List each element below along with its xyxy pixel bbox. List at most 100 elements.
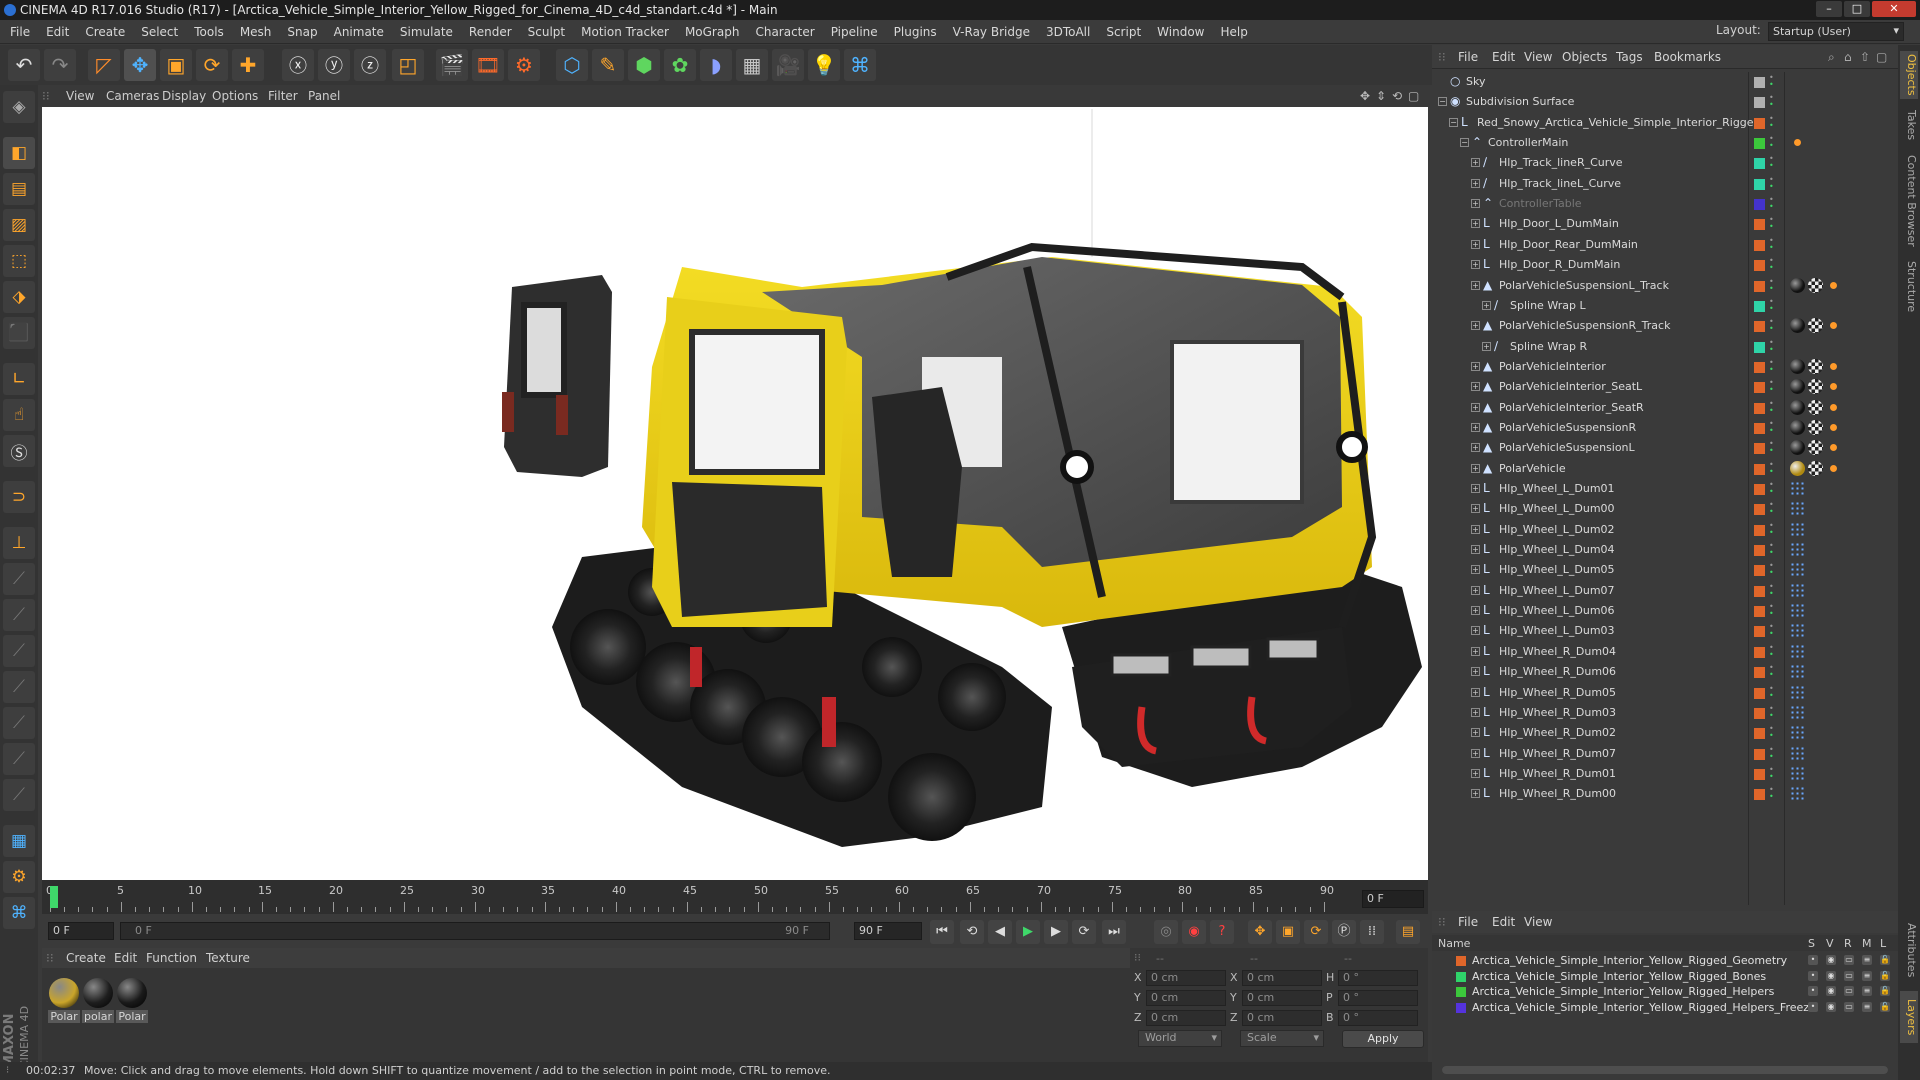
expand-toggle[interactable]: + — [1471, 626, 1480, 635]
menu-select[interactable]: Select — [133, 20, 186, 44]
layer-color-swatch[interactable] — [1754, 443, 1765, 454]
snap-icon[interactable]: Ⓢ — [3, 435, 35, 467]
z-axis-icon[interactable]: ⓩ — [354, 49, 386, 81]
vertex-map-tag-icon[interactable] — [1826, 400, 1841, 415]
viewport-menu-cameras[interactable]: Cameras — [106, 89, 159, 103]
layer-row[interactable]: Arctica_Vehicle_Simple_Interior_Yellow_R… — [1432, 1000, 1898, 1015]
uvw-tag-icon[interactable] — [1808, 420, 1823, 435]
vertex-map-tag-icon[interactable] — [1826, 461, 1841, 476]
uvw-tag-icon[interactable] — [1808, 461, 1823, 476]
tab-content-browser[interactable]: Content Browser — [1900, 151, 1918, 251]
object-row[interactable]: + L Hlp_Door_L_DumMain • • — [1432, 214, 1898, 234]
goto-start-icon[interactable]: ⏮ — [930, 920, 954, 944]
expand-toggle[interactable]: + — [1471, 606, 1480, 615]
render-toggle-icon[interactable]: ▭ — [1844, 955, 1854, 965]
object-row[interactable]: + ▲ PolarVehicleInterior_SeatL • • — [1432, 377, 1898, 397]
search-icon[interactable]: ⌕ — [1828, 50, 1835, 65]
visibility-dots[interactable]: • • — [1769, 94, 1779, 109]
menu-render[interactable]: Render — [461, 20, 520, 44]
object-row[interactable]: + L Hlp_Wheel_R_Dum01 • • — [1432, 764, 1898, 784]
expand-toggle[interactable]: + — [1482, 342, 1491, 351]
manager-toggle-icon[interactable]: ≡ — [1862, 986, 1872, 996]
lock-icon[interactable]: 🔓 — [1880, 970, 1890, 981]
x-axis-icon[interactable]: ⓧ — [282, 49, 314, 81]
play-icon[interactable]: ▶ — [1016, 920, 1040, 944]
visibility-dots[interactable]: • • — [1769, 359, 1779, 374]
expand-toggle[interactable]: + — [1471, 179, 1480, 188]
expand-toggle[interactable]: − — [1449, 118, 1458, 127]
layer-scrollbar[interactable] — [1442, 1066, 1888, 1074]
object-row[interactable]: + L Hlp_Wheel_R_Dum03 • • — [1432, 703, 1898, 723]
object-row[interactable]: + ▲ PolarVehicleInterior • • — [1432, 357, 1898, 377]
expand-toggle[interactable]: + — [1471, 281, 1480, 290]
object-name[interactable]: PolarVehicleSuspensionR — [1499, 421, 1636, 434]
layer-color-swatch[interactable] — [1754, 464, 1765, 475]
ik-tool-icon[interactable]: ⟋ — [3, 563, 35, 595]
layer-color-swatch[interactable] — [1754, 382, 1765, 393]
visibility-dots[interactable]: • • — [1769, 339, 1779, 354]
points-mode-icon[interactable]: ⬚ — [3, 245, 35, 277]
object-name[interactable]: Hlp_Wheel_R_Dum00 — [1499, 787, 1616, 800]
timeline-ruler[interactable]: 051015202530354045505560657075808590 0 F — [42, 880, 1428, 914]
python-script-icon[interactable]: ⌘ — [3, 897, 35, 929]
key-scale-icon[interactable]: ▣ — [1276, 920, 1300, 944]
om-menu-view[interactable]: View — [1524, 50, 1552, 64]
visibility-dots[interactable]: • • — [1769, 440, 1779, 455]
gear-wrench-icon[interactable]: ⚙ — [3, 861, 35, 893]
object-row[interactable]: + ▲ PolarVehicle • • — [1432, 459, 1898, 479]
minimize-button[interactable]: – — [1816, 1, 1842, 17]
viewport-menu-display[interactable]: Display — [162, 89, 206, 103]
view-toggle-icon[interactable]: ◉ — [1826, 986, 1836, 996]
render-toggle-icon[interactable]: ▭ — [1844, 986, 1854, 996]
expand-toggle[interactable]: + — [1471, 260, 1480, 269]
end-frame-field[interactable]: 90 F — [854, 922, 922, 940]
object-row[interactable]: + ∕ Hlp_Track_lineR_Curve • • — [1432, 153, 1898, 173]
expand-toggle[interactable]: + — [1471, 240, 1480, 249]
om-menu-file[interactable]: File — [1458, 50, 1478, 64]
coord-value-field[interactable]: 0 cm — [1146, 990, 1226, 1006]
object-row[interactable]: + L Hlp_Wheel_R_Dum06 • • — [1432, 662, 1898, 682]
solo-toggle-icon[interactable]: • — [1808, 986, 1818, 996]
object-name[interactable]: Red_Snowy_Arctica_Vehicle_Simple_Interio… — [1477, 116, 1761, 129]
visibility-dots[interactable]: • • — [1769, 644, 1779, 659]
material-menu-function[interactable]: Function — [146, 951, 197, 965]
coord-mode-select[interactable]: World ▾ — [1138, 1030, 1222, 1047]
om-menu-objects[interactable]: Objects — [1562, 50, 1607, 64]
uvw-tag-icon[interactable] — [1808, 318, 1823, 333]
object-name[interactable]: Hlp_Track_lineR_Curve — [1499, 156, 1623, 169]
layer-color-swatch[interactable] — [1754, 565, 1765, 576]
constraint-tag-icon[interactable] — [1790, 786, 1804, 801]
move-tool-icon[interactable]: ✥ — [124, 49, 156, 81]
layer-row[interactable]: Arctica_Vehicle_Simple_Interior_Yellow_R… — [1432, 984, 1898, 999]
object-row[interactable]: + L Hlp_Door_R_DumMain • • — [1432, 255, 1898, 275]
object-row[interactable]: − ◉ Subdivision Surface • • — [1432, 92, 1898, 112]
expand-toggle[interactable]: + — [1471, 647, 1480, 656]
expand-toggle[interactable]: + — [1471, 667, 1480, 676]
uvw-tag-icon[interactable] — [1808, 379, 1823, 394]
object-name[interactable]: Hlp_Wheel_R_Dum06 — [1499, 665, 1616, 678]
object-name[interactable]: Hlp_Door_R_DumMain — [1499, 258, 1620, 271]
layer-color-swatch[interactable] — [1754, 77, 1765, 88]
uvw-tag-icon[interactable] — [1808, 278, 1823, 293]
home-icon[interactable]: ⌂ — [1844, 50, 1852, 64]
layer-menu-file[interactable]: File — [1458, 915, 1478, 929]
layer-color-swatch[interactable] — [1754, 728, 1765, 739]
zoom-icon[interactable]: ⇕ — [1376, 89, 1386, 103]
object-row[interactable]: + L Hlp_Wheel_L_Dum05 • • — [1432, 560, 1898, 580]
scrollbar-thumb[interactable] — [1442, 1066, 1888, 1074]
goto-next-key-icon[interactable]: ⟳ — [1072, 920, 1096, 944]
layer-color-swatch[interactable] — [1754, 626, 1765, 637]
coord-value-field[interactable]: 0 ° — [1338, 990, 1418, 1006]
manager-toggle-icon[interactable]: ≡ — [1862, 955, 1872, 965]
layer-color-swatch[interactable] — [1754, 708, 1765, 719]
layer-name[interactable]: Arctica_Vehicle_Simple_Interior_Yellow_R… — [1472, 954, 1787, 967]
coord-value-field[interactable]: 0 cm — [1146, 1010, 1226, 1026]
visibility-dots[interactable]: • • — [1769, 542, 1779, 557]
material-menu-create[interactable]: Create — [66, 951, 106, 965]
layer-color-swatch[interactable] — [1456, 987, 1466, 997]
workplane-mode-icon[interactable]: ▨ — [3, 209, 35, 241]
view-toggle-icon[interactable]: ◉ — [1826, 970, 1836, 981]
menu-motion-tracker[interactable]: Motion Tracker — [573, 20, 677, 44]
render-view-icon[interactable]: 🎬 — [436, 49, 468, 81]
object-row[interactable]: + L Hlp_Wheel_L_Dum00 • • — [1432, 499, 1898, 519]
